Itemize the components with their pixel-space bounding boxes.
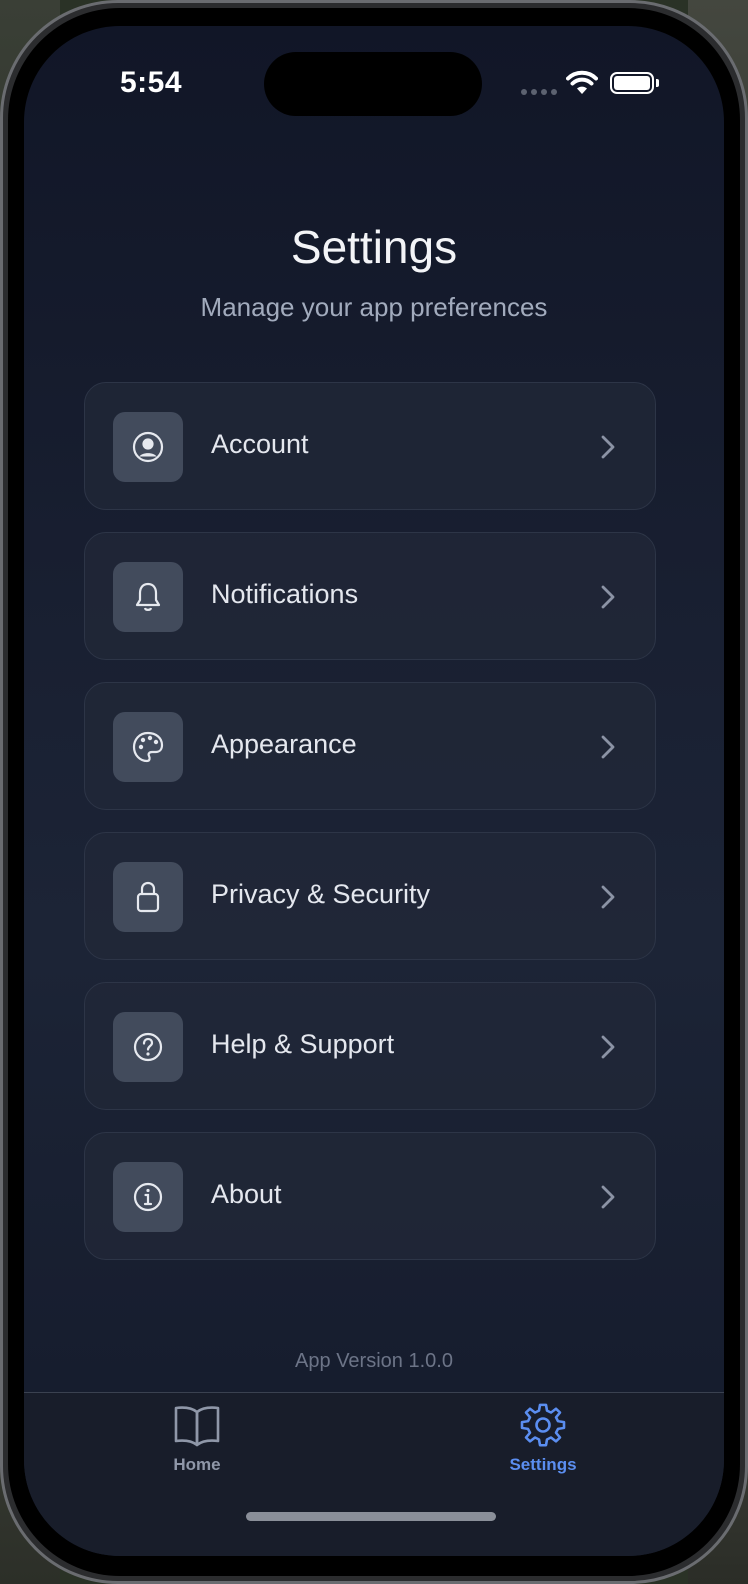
menu-item-label: About: [211, 1179, 282, 1209]
menu-item-label: Privacy & Security: [211, 879, 431, 909]
wifi-icon: [566, 70, 598, 94]
chevron-right-icon: [601, 885, 615, 909]
palette-icon: [113, 712, 183, 782]
chevron-right-icon: [601, 1185, 615, 1209]
tab-settings[interactable]: Settings: [483, 1403, 603, 1483]
tab-label: Home: [173, 1455, 221, 1474]
menu-item-notifications[interactable]: Notifications: [84, 532, 656, 660]
info-circle-icon: [113, 1162, 183, 1232]
menu-item-label: Account: [211, 429, 309, 459]
menu-item-appearance[interactable]: Appearance: [84, 682, 656, 810]
battery-tip: [656, 79, 659, 87]
page-title: Settings: [290, 221, 458, 273]
tab-home[interactable]: Home: [137, 1403, 257, 1483]
tab-label: Settings: [509, 1455, 577, 1474]
menu-item-privacy-security[interactable]: Privacy & Security: [84, 832, 656, 960]
settings-menu: Account Notifications Appearance Privacy…: [84, 382, 656, 1282]
page-subtitle: Manage your app preferences: [200, 292, 548, 322]
book-icon: [174, 1406, 220, 1447]
menu-item-help-support[interactable]: Help & Support: [84, 982, 656, 1110]
menu-item-label: Help & Support: [211, 1029, 395, 1059]
home-indicator: [246, 1512, 496, 1521]
tab-bar: Home Settings: [24, 1392, 724, 1556]
app-screen: 5:54 Settings Manage your app preference…: [24, 26, 724, 1556]
menu-item-account[interactable]: Account: [84, 382, 656, 510]
menu-item-label: Notifications: [211, 579, 359, 609]
bell-icon: [113, 562, 183, 632]
battery-icon: [610, 72, 654, 94]
question-circle-icon: [113, 1012, 183, 1082]
user-circle-icon: [113, 412, 183, 482]
chevron-right-icon: [601, 1035, 615, 1059]
chevron-right-icon: [601, 435, 615, 459]
chevron-right-icon: [601, 585, 615, 609]
dynamic-island: [264, 52, 482, 116]
menu-item-label: Appearance: [211, 729, 357, 759]
cellular-signal-icon: [521, 89, 557, 95]
chevron-right-icon: [601, 735, 615, 759]
gear-icon: [520, 1403, 566, 1447]
status-time: 5:54: [120, 66, 183, 99]
status-bar: 5:54: [24, 26, 724, 136]
menu-item-about[interactable]: About: [84, 1132, 656, 1260]
lock-icon: [113, 862, 183, 932]
app-version: App Version 1.0.0: [295, 1350, 453, 1372]
